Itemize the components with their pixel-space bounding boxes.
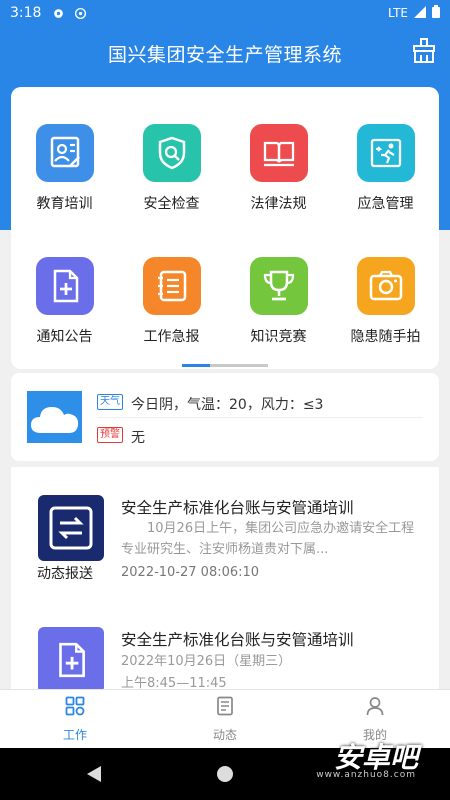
trophy-icon	[249, 257, 308, 315]
grid-item-label: 隐患随手拍	[350, 329, 421, 345]
cloud-icon	[27, 391, 82, 443]
weather-text: 今日阴，气温：20，风力：≤3	[131, 397, 324, 413]
weather-card: 天气 今日阴，气温：20，风力：≤3 预警 无	[11, 373, 439, 461]
app-bar: 国兴集团安全生产管理系统	[0, 26, 450, 78]
newspaper-icon	[217, 696, 233, 716]
news-title: 安全生产标准化台账与安管通培训	[121, 499, 354, 517]
thumbnail-caption: 动态报送	[37, 566, 93, 582]
news-title: 安全生产标准化台账与安管通培训	[121, 631, 354, 649]
app-title: 国兴集团安全生产管理系统	[107, 44, 342, 66]
book-icon	[249, 124, 308, 182]
grid-item-hazard-photo[interactable]: 隐患随手拍	[332, 257, 439, 346]
watermark-url: www.anzhuo8.com	[316, 770, 416, 780]
tab-label: 动态	[212, 728, 237, 742]
grid-item-emergency[interactable]: 应急管理	[332, 124, 439, 213]
grid-item-label: 通知公告	[36, 329, 93, 345]
emergency-exit-icon	[356, 124, 415, 182]
grid-item-label: 应急管理	[357, 196, 414, 212]
grid-icon	[65, 696, 85, 716]
function-grid: 教育培训 安全检查 法律法规 应急管理 通知公告 工作急报 知识竞赛 隐患随手拍	[11, 87, 439, 369]
grid-item-label: 工作急报	[143, 329, 200, 345]
news-summary: 10月26日上午，集团公司应急办邀请安全工程专业研究生、注安师杨道贵对下属...	[121, 521, 415, 557]
weather-tag: 天气	[97, 394, 123, 410]
clean-cache-button[interactable]	[412, 38, 436, 64]
grid-item-label: 法律法规	[250, 196, 307, 212]
tab-work[interactable]: 工作	[0, 690, 150, 749]
grid-item-safety-check[interactable]: 安全检查	[118, 124, 225, 213]
camera-icon	[356, 257, 415, 315]
status-bar: 3:18 LTE	[0, 0, 450, 26]
news-date: 2022-10-27 08:06:10	[121, 565, 260, 580]
grid-item-notice[interactable]: 通知公告	[11, 257, 118, 346]
news-thumbnail	[38, 495, 104, 561]
page-indicator-active	[182, 364, 210, 367]
grid-item-education[interactable]: 教育培训	[11, 124, 118, 213]
user-icon	[366, 697, 384, 716]
signal-icon	[414, 5, 426, 21]
exchange-icon	[49, 506, 93, 550]
grid-item-laws[interactable]: 法律法规	[225, 124, 332, 213]
grid-item-label: 安全检查	[143, 196, 200, 212]
grid-item-work-report[interactable]: 工作急报	[118, 257, 225, 346]
grid-item-quiz[interactable]: 知识竞赛	[225, 257, 332, 346]
news-summary-line: 上午8:45—11:45	[121, 676, 227, 689]
alert-tag: 预警	[97, 427, 123, 443]
notepad-icon	[142, 257, 201, 315]
back-icon[interactable]	[86, 765, 102, 783]
status-time: 3:18	[10, 5, 42, 21]
page-indicator-track	[210, 364, 268, 367]
network-type: LTE	[388, 6, 408, 20]
news-list: 动态报送 安全生产标准化台账与安管通培训 10月26日上午，集团公司应急办邀请安…	[11, 467, 439, 689]
tab-news[interactable]: 动态	[150, 690, 300, 749]
divider	[97, 417, 423, 418]
settings-icon	[51, 6, 65, 20]
shield-search-icon	[142, 124, 201, 182]
news-summary-line: 2022年10月26日（星期三）	[121, 654, 292, 669]
grid-item-label: 知识竞赛	[250, 329, 307, 345]
education-icon	[35, 124, 94, 182]
document-plus-icon	[35, 257, 94, 315]
sync-icon	[73, 6, 87, 20]
tab-label: 工作	[62, 728, 87, 742]
document-plus-icon	[38, 627, 104, 689]
broom-icon	[413, 38, 435, 63]
grid-item-label: 教育培训	[36, 196, 93, 212]
alert-text: 无	[131, 430, 145, 446]
battery-icon	[432, 5, 440, 21]
home-icon[interactable]	[216, 765, 234, 783]
